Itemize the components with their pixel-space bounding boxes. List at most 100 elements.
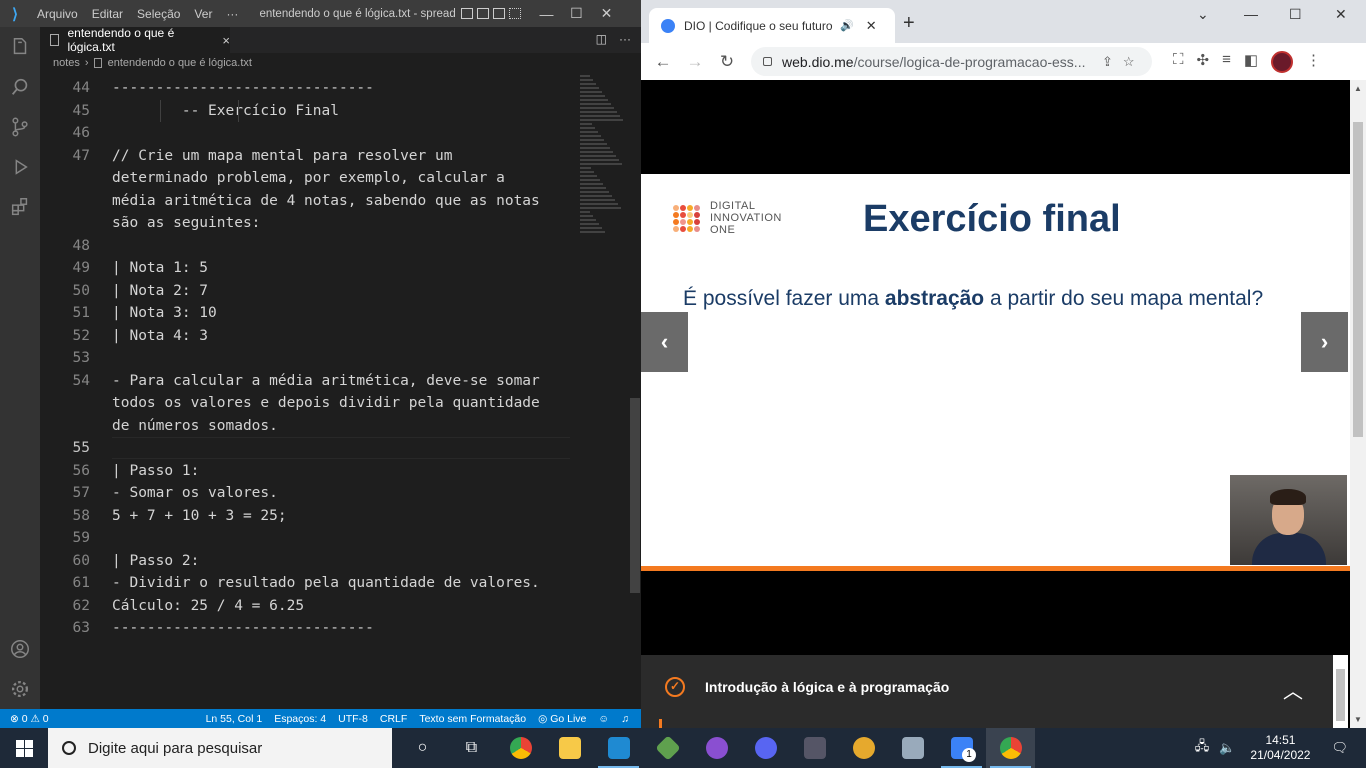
- share-icon[interactable]: ⇪: [1102, 54, 1113, 70]
- address-bar[interactable]: web.dio.me/course/logica-de-programacao-…: [751, 47, 1152, 76]
- menu-more[interactable]: ···: [219, 7, 245, 21]
- profile-avatar[interactable]: [1271, 51, 1294, 73]
- code-editor[interactable]: 44 ------------------------------ 45 -- Ex…: [40, 73, 570, 709]
- search-icon[interactable]: [0, 67, 40, 107]
- extensions-icon[interactable]: [0, 187, 40, 227]
- menu-arquivo[interactable]: Arquivo: [30, 7, 85, 21]
- accounts-icon[interactable]: [0, 629, 40, 669]
- window-app-icon[interactable]: 1: [937, 728, 986, 768]
- code-line[interactable]: // Crie um mapa mental para resolver um …: [112, 145, 570, 235]
- code-line[interactable]: -- Exercício Final: [112, 100, 570, 123]
- network-icon[interactable]: 🖧: [1195, 737, 1210, 759]
- video-slide[interactable]: DIGITAL INNOVATION ONE Exercício final É…: [641, 174, 1350, 566]
- course-list-scrollbar[interactable]: [1333, 655, 1348, 728]
- code-line[interactable]: | Nota 2: 7: [112, 280, 570, 303]
- forward-arrow-icon[interactable]: →: [679, 52, 711, 72]
- volume-icon[interactable]: 🔈: [1219, 740, 1235, 756]
- source-control-icon[interactable]: [0, 107, 40, 147]
- code-line[interactable]: - Dividir o resultado pela quantidade de…: [112, 572, 570, 595]
- cursor-position[interactable]: Ln 55, Col 1: [206, 713, 263, 725]
- notifications-bell-icon[interactable]: ♫: [621, 713, 629, 725]
- end-of-line[interactable]: CRLF: [380, 713, 407, 725]
- toggle-sidebar-icon[interactable]: [461, 8, 474, 19]
- feedback-icon[interactable]: ☺: [598, 713, 609, 725]
- notification-center-icon[interactable]: 🗨: [1331, 740, 1348, 756]
- go-live-button[interactable]: ◎ Go Live: [538, 713, 586, 725]
- page-scrollbar-thumb[interactable]: [1353, 122, 1363, 437]
- indentation[interactable]: Espaços: 4: [274, 713, 326, 725]
- extensions-puzzle-icon[interactable]: ✣: [1197, 51, 1210, 73]
- previous-slide-button[interactable]: ‹: [641, 312, 688, 372]
- customize-layout-icon[interactable]: [509, 8, 522, 19]
- reload-icon[interactable]: ↻: [711, 52, 743, 72]
- media-control-icon[interactable]: ≡: [1222, 51, 1231, 73]
- code-line[interactable]: ------------------------------: [112, 617, 570, 640]
- browser-tab-close-icon[interactable]: ✕: [866, 18, 877, 34]
- monitor-app-icon[interactable]: [888, 728, 937, 768]
- taskbar-search[interactable]: Digite aqui para pesquisar: [48, 728, 392, 768]
- browser-close-icon[interactable]: ✕: [1335, 6, 1347, 23]
- file-explorer-icon[interactable]: [545, 728, 594, 768]
- audio-playing-icon[interactable]: 🔊: [840, 19, 854, 32]
- code-line[interactable]: 5 + 7 + 10 + 3 = 25;: [112, 505, 570, 528]
- task-view-icon[interactable]: ⧉: [447, 728, 496, 768]
- back-arrow-icon[interactable]: ←: [647, 52, 679, 72]
- nodejs-taskbar-icon[interactable]: [643, 728, 692, 768]
- browser-minimize-icon[interactable]: —: [1244, 6, 1258, 22]
- game-app-icon[interactable]: [790, 728, 839, 768]
- start-button[interactable]: [0, 728, 48, 768]
- course-section-bar[interactable]: ✓ Introdução à lógica e à programação ︿: [641, 655, 1333, 729]
- discord-icon[interactable]: [741, 728, 790, 768]
- settings-gear-icon[interactable]: [0, 669, 40, 709]
- code-line[interactable]: - Somar os valores.: [112, 482, 570, 505]
- menu-ver[interactable]: Ver: [187, 7, 219, 21]
- browser-tab-dio[interactable]: DIO | Codifique o seu futuro 🔊 ✕: [649, 8, 895, 43]
- explorer-icon[interactable]: [0, 27, 40, 67]
- chrome-menu-icon[interactable]: ⋮: [1306, 51, 1321, 73]
- minimap[interactable]: [576, 73, 628, 709]
- tab-close-icon[interactable]: ×: [222, 33, 230, 48]
- menu-selecao[interactable]: Seleção: [130, 7, 187, 21]
- toggle-panel-icon[interactable]: [477, 8, 490, 19]
- scrollbar-thumb[interactable]: [630, 398, 640, 593]
- chevron-up-icon[interactable]: ︿: [1283, 675, 1303, 704]
- code-line[interactable]: | Nota 4: 3: [112, 325, 570, 348]
- language-mode[interactable]: Texto sem Formatação: [419, 713, 526, 725]
- pineapple-app-icon[interactable]: [839, 728, 888, 768]
- editor-scrollbar[interactable]: [629, 73, 641, 709]
- new-tab-button[interactable]: +: [903, 12, 915, 35]
- maximize-icon[interactable]: ☐: [561, 5, 591, 22]
- video-progress-bar[interactable]: [641, 566, 1350, 571]
- github-desktop-icon[interactable]: [692, 728, 741, 768]
- chrome-active-taskbar-icon[interactable]: [986, 728, 1035, 768]
- scroll-down-arrow-icon[interactable]: ▼: [1350, 715, 1366, 724]
- scroll-up-arrow-icon[interactable]: ▲: [1350, 84, 1366, 93]
- breadcrumb-file[interactable]: entendendo o que é lógica.txt: [108, 57, 252, 69]
- code-line[interactable]: ------------------------------: [112, 77, 570, 100]
- run-debug-icon[interactable]: [0, 147, 40, 187]
- side-panel-icon[interactable]: ◧: [1244, 51, 1258, 73]
- code-line[interactable]: Cálculo: 25 / 4 = 6.25: [112, 595, 570, 618]
- encoding[interactable]: UTF-8: [338, 713, 368, 725]
- code-line[interactable]: | Passo 2:: [112, 550, 570, 573]
- next-slide-button[interactable]: ›: [1301, 312, 1348, 372]
- minimize-icon[interactable]: —: [531, 6, 561, 22]
- code-line[interactable]: | Nota 1: 5: [112, 257, 570, 280]
- more-actions-icon[interactable]: ···: [619, 32, 631, 46]
- split-editor-icon[interactable]: ◫: [596, 32, 607, 46]
- vscode-taskbar-icon[interactable]: [594, 728, 643, 768]
- chrome-taskbar-icon[interactable]: [496, 728, 545, 768]
- code-line[interactable]: | Passo 1:: [112, 460, 570, 483]
- problems-indicator[interactable]: ⊗ 0 ⚠ 0: [10, 713, 49, 725]
- bookmark-star-icon[interactable]: ☆: [1123, 54, 1135, 70]
- page-scrollbar[interactable]: ▲ ▼: [1350, 80, 1366, 728]
- close-icon[interactable]: ✕: [591, 5, 621, 22]
- menu-editar[interactable]: Editar: [85, 7, 130, 21]
- tab-entendendo[interactable]: entendendo o que é lógica.txt ×: [40, 26, 230, 54]
- tab-search-icon[interactable]: ⌄: [1197, 6, 1209, 23]
- cortana-icon[interactable]: ○: [398, 728, 447, 768]
- code-line[interactable]: | Nota 3: 10: [112, 302, 570, 325]
- browser-maximize-icon[interactable]: ☐: [1289, 6, 1302, 23]
- screenshot-icon[interactable]: ⛶: [1173, 51, 1184, 73]
- breadcrumb-folder[interactable]: notes: [53, 57, 80, 69]
